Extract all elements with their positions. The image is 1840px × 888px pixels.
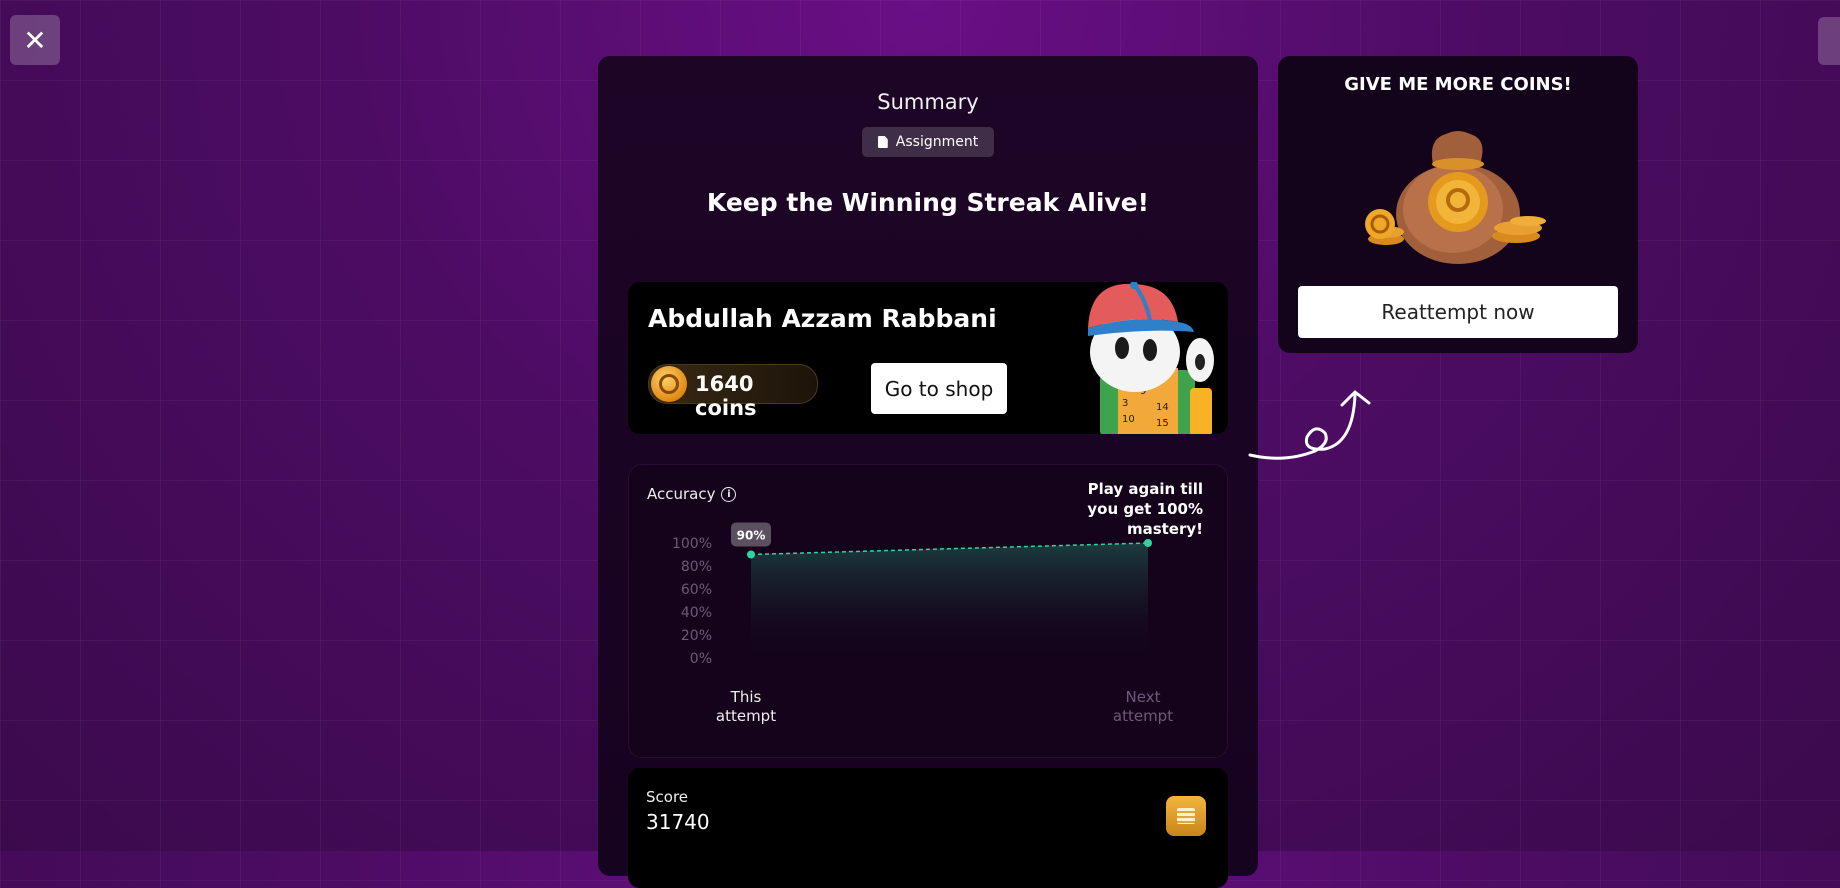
summary-title: Summary	[877, 90, 979, 114]
coins-badge: 1640 coins	[648, 364, 818, 420]
point-label: 90%	[737, 529, 766, 543]
y-tick-label: 80%	[681, 559, 712, 575]
x-category-label: Next	[1126, 688, 1161, 706]
y-tick-label: 40%	[681, 605, 712, 621]
score-label: Score	[646, 788, 689, 806]
x-category-label: attempt	[1113, 707, 1173, 725]
y-tick-label: 0%	[690, 651, 712, 667]
more-coins-heading: GIVE ME MORE COINS!	[1344, 74, 1572, 95]
streak-headline: Keep the Winning Streak Alive!	[706, 188, 1150, 217]
score-value: 31740	[646, 810, 710, 834]
y-tick-label: 20%	[681, 628, 712, 644]
assignment-label: Assignment	[895, 134, 979, 150]
document-icon	[877, 136, 888, 148]
reattempt-now-button[interactable]: Reattempt now	[1298, 286, 1618, 338]
summary-panel: Summary Assignment Keep the Winning Stre…	[598, 56, 1258, 888]
mascot-avatar: 89 314 1015	[1088, 282, 1214, 434]
y-tick-label: 100%	[672, 536, 712, 552]
svg-text:10: 10	[1122, 414, 1135, 425]
coin-icon	[651, 366, 687, 402]
svg-text:14: 14	[1156, 402, 1169, 413]
close-button[interactable]: ✕	[10, 15, 60, 65]
more-coins-panel: GIVE ME MORE COINS! Reattempt now	[1278, 56, 1638, 353]
coins-count: 1640 coins	[695, 372, 757, 420]
svg-text:3: 3	[1122, 398, 1128, 409]
user-name: Abdullah Azzam Rabbani	[648, 304, 997, 333]
accuracy-area	[751, 543, 1148, 658]
accuracy-point	[747, 550, 755, 559]
accuracy-chart: 100%80%60%40%20%0%90%ThisattemptNextatte…	[672, 522, 1173, 725]
score-card: Score 31740	[628, 768, 1228, 888]
x-category-label: attempt	[716, 707, 776, 725]
accuracy-card: Accuracy i Play again till you get 100% …	[628, 464, 1228, 758]
curly-arrow-icon	[1248, 390, 1371, 460]
leaderboard-icon[interactable]	[1166, 796, 1206, 836]
edge-menu-button[interactable]	[1818, 17, 1840, 65]
assignment-chip: Assignment	[862, 127, 994, 157]
accuracy-point	[1144, 539, 1152, 547]
moneybag-icon	[1365, 131, 1546, 264]
user-card: Abdullah Azzam Rabbani 1640 coins Go to …	[628, 282, 1228, 434]
close-icon: ✕	[23, 23, 47, 57]
y-tick-label: 60%	[681, 582, 712, 598]
svg-text:15: 15	[1156, 418, 1169, 429]
go-to-shop-button[interactable]: Go to shop	[871, 363, 1007, 414]
x-category-label: This	[730, 688, 762, 706]
